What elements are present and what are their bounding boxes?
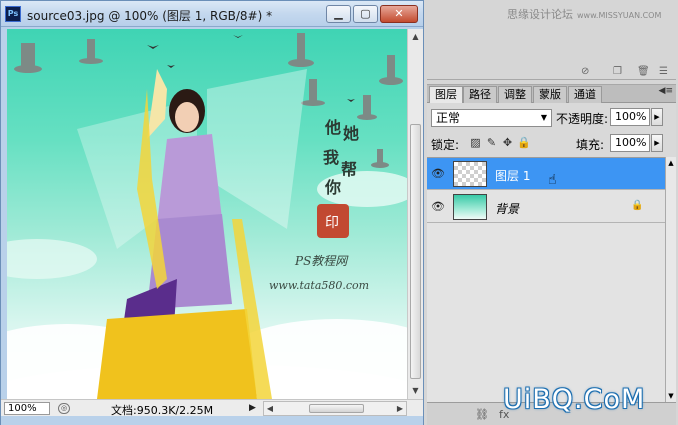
lock-icon: 🔒 (631, 200, 644, 211)
new-snapshot-icon[interactable]: ❐ (613, 66, 622, 77)
layer-row[interactable]: 👁 图层 1 (427, 158, 665, 190)
image-canvas[interactable]: 他 她 我 帮 你 印 PS教程网 www.tata580.com (7, 29, 407, 399)
vertical-scroll-thumb[interactable] (410, 124, 421, 379)
scroll-up-arrow-icon[interactable]: ▲ (666, 159, 676, 167)
minimize-button[interactable]: ▁ (326, 5, 351, 23)
opacity-slider-arrow-icon[interactable]: ▶ (651, 108, 663, 126)
seal-text: 印 (325, 215, 339, 231)
opacity-label: 不透明度: (556, 112, 609, 126)
caption-line-2: www.tata580.com (269, 279, 369, 292)
layer-thumbnail (453, 194, 487, 220)
document-titlebar[interactable]: Ps source03.jpg @ 100% (图层 1, RGB/8#) * … (1, 1, 423, 27)
uibq-watermark-logo: UiBQ.CoM (503, 384, 646, 415)
calligraphy-char: 他 (324, 118, 341, 137)
fill-label: 填充: (576, 138, 605, 152)
lock-brush-icon[interactable]: ✎ (485, 136, 498, 149)
document-window: Ps source03.jpg @ 100% (图层 1, RGB/8#) * … (0, 0, 424, 425)
layers-list: 👁 图层 1 👁 背景 🔒 (427, 157, 665, 402)
maximize-button[interactable]: ▢ (353, 5, 378, 23)
panel-menu-icon[interactable]: ◀≡ (659, 86, 673, 96)
chevron-down-icon: ▼ (540, 113, 547, 122)
layer-thumbnail (453, 161, 487, 187)
calligraphy-char: 她 (343, 124, 359, 143)
hand-cursor-icon: ☝ (548, 172, 557, 188)
history-panel: 思缘设计论坛 www.MISSYUAN.COM ⊘ ❐ 🗑 ☰ (427, 0, 676, 80)
window-bottom-border (1, 416, 423, 425)
photoshop-logo-icon: Ps (5, 6, 21, 22)
scroll-up-arrow-icon[interactable]: ▲ (408, 29, 423, 45)
calligraphy-char: 我 (323, 148, 339, 167)
status-menu-arrow-icon[interactable]: ▶ (249, 403, 256, 413)
layer-name: 背景 (495, 202, 520, 216)
status-bar: 100% ◎ 文档:950.3K/2.25M ▶ ◀ ▶ (1, 399, 423, 417)
calligraphy-char: 帮 (341, 160, 357, 179)
trash-icon[interactable]: 🗑 (637, 66, 650, 77)
panel-tabs: 图层 路径 调整 蒙版 通道 ◀≡ (427, 85, 676, 103)
fill-slider-arrow-icon[interactable]: ▶ (651, 134, 663, 152)
horizontal-scrollbar[interactable]: ◀ ▶ (263, 401, 407, 416)
lock-all-icon[interactable]: 🔒 (517, 136, 531, 149)
opacity-field[interactable]: 100% (610, 108, 650, 126)
lock-move-icon[interactable]: ✥ (501, 136, 514, 149)
scroll-right-arrow-icon[interactable]: ▶ (394, 402, 406, 415)
scroll-left-arrow-icon[interactable]: ◀ (264, 402, 276, 415)
panel-dock: 思缘设计论坛 www.MISSYUAN.COM ⊘ ❐ 🗑 ☰ 图层 路径 调整 … (424, 0, 678, 425)
link-layers-icon[interactable]: ⛓ (475, 408, 489, 421)
document-title: source03.jpg @ 100% (图层 1, RGB/8#) * (27, 9, 273, 23)
lock-label: 锁定: (431, 138, 460, 152)
layer-name: 图层 1 (495, 169, 531, 183)
fill-field[interactable]: 100% (610, 134, 650, 152)
horizontal-scroll-thumb[interactable] (309, 404, 364, 413)
tab-adjustments[interactable]: 调整 (498, 86, 532, 103)
calligraphy-char: 你 (324, 178, 341, 197)
zoom-field[interactable]: 100% (4, 402, 50, 415)
tab-paths[interactable]: 路径 (463, 86, 497, 103)
blend-mode-select[interactable]: 正常 ▼ (431, 109, 552, 127)
scroll-down-arrow-icon[interactable]: ▼ (666, 392, 676, 400)
tab-layers[interactable]: 图层 (429, 86, 463, 103)
close-button[interactable]: ✕ (380, 5, 418, 23)
panel-more-icon[interactable]: ☰ (659, 66, 668, 77)
tab-masks[interactable]: 蒙版 (533, 86, 567, 103)
layer-row[interactable]: 👁 背景 🔒 (427, 191, 665, 223)
status-info-icon[interactable]: ◎ (58, 403, 70, 414)
tab-channels[interactable]: 通道 (568, 86, 602, 103)
blend-mode-value: 正常 (436, 111, 461, 125)
lock-transparency-icon[interactable]: ▨ (469, 136, 482, 149)
caption-line-1: PS教程网 (294, 254, 349, 268)
layers-panel: 图层 路径 调整 蒙版 通道 ◀≡ 正常 ▼ 不透明度: 100% ▶ 锁定: … (427, 84, 676, 425)
vertical-scrollbar[interactable]: ▲ ▼ (407, 29, 423, 399)
canvas-artwork: 他 她 我 帮 你 印 PS教程网 www.tata580.com (7, 33, 407, 399)
watermark-text: 思缘设计论坛 (507, 8, 573, 21)
cancel-icon[interactable]: ⊘ (581, 66, 589, 77)
scroll-down-arrow-icon[interactable]: ▼ (408, 383, 423, 399)
eye-icon[interactable]: 👁 (430, 166, 446, 182)
eye-icon[interactable]: 👁 (430, 199, 446, 215)
site-watermark: 思缘设计论坛 www.MISSYUAN.COM (507, 6, 661, 22)
layers-list-scrollbar[interactable]: ▲ ▼ (665, 157, 676, 402)
watermark-url: www.MISSYUAN.COM (577, 11, 662, 20)
